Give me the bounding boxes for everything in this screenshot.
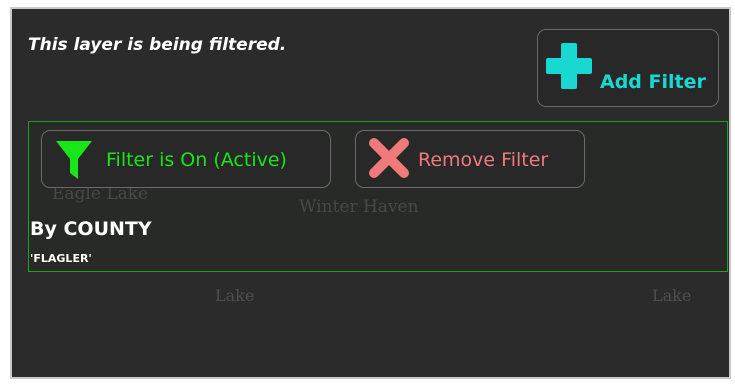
x-icon (368, 137, 410, 183)
filter-value: 'FLAGLER' (30, 252, 92, 265)
filter-status-button[interactable]: Filter is On (Active) (41, 130, 331, 188)
panel-title: This layer is being filtered. (28, 35, 287, 55)
remove-filter-label: Remove Filter (418, 149, 549, 171)
filter-status-label: Filter is On (Active) (106, 149, 287, 171)
map-label: Lake (215, 286, 255, 305)
filter-panel: Eagle Lake Winter Haven Lake Lake This l… (10, 7, 731, 379)
add-filter-button[interactable]: Add Filter (537, 29, 719, 107)
funnel-icon (54, 139, 94, 185)
map-label: Lake (652, 286, 692, 305)
filter-field: By COUNTY (30, 218, 152, 240)
remove-filter-button[interactable]: Remove Filter (355, 130, 585, 188)
add-filter-label: Add Filter (600, 71, 706, 93)
plus-icon (544, 41, 594, 95)
